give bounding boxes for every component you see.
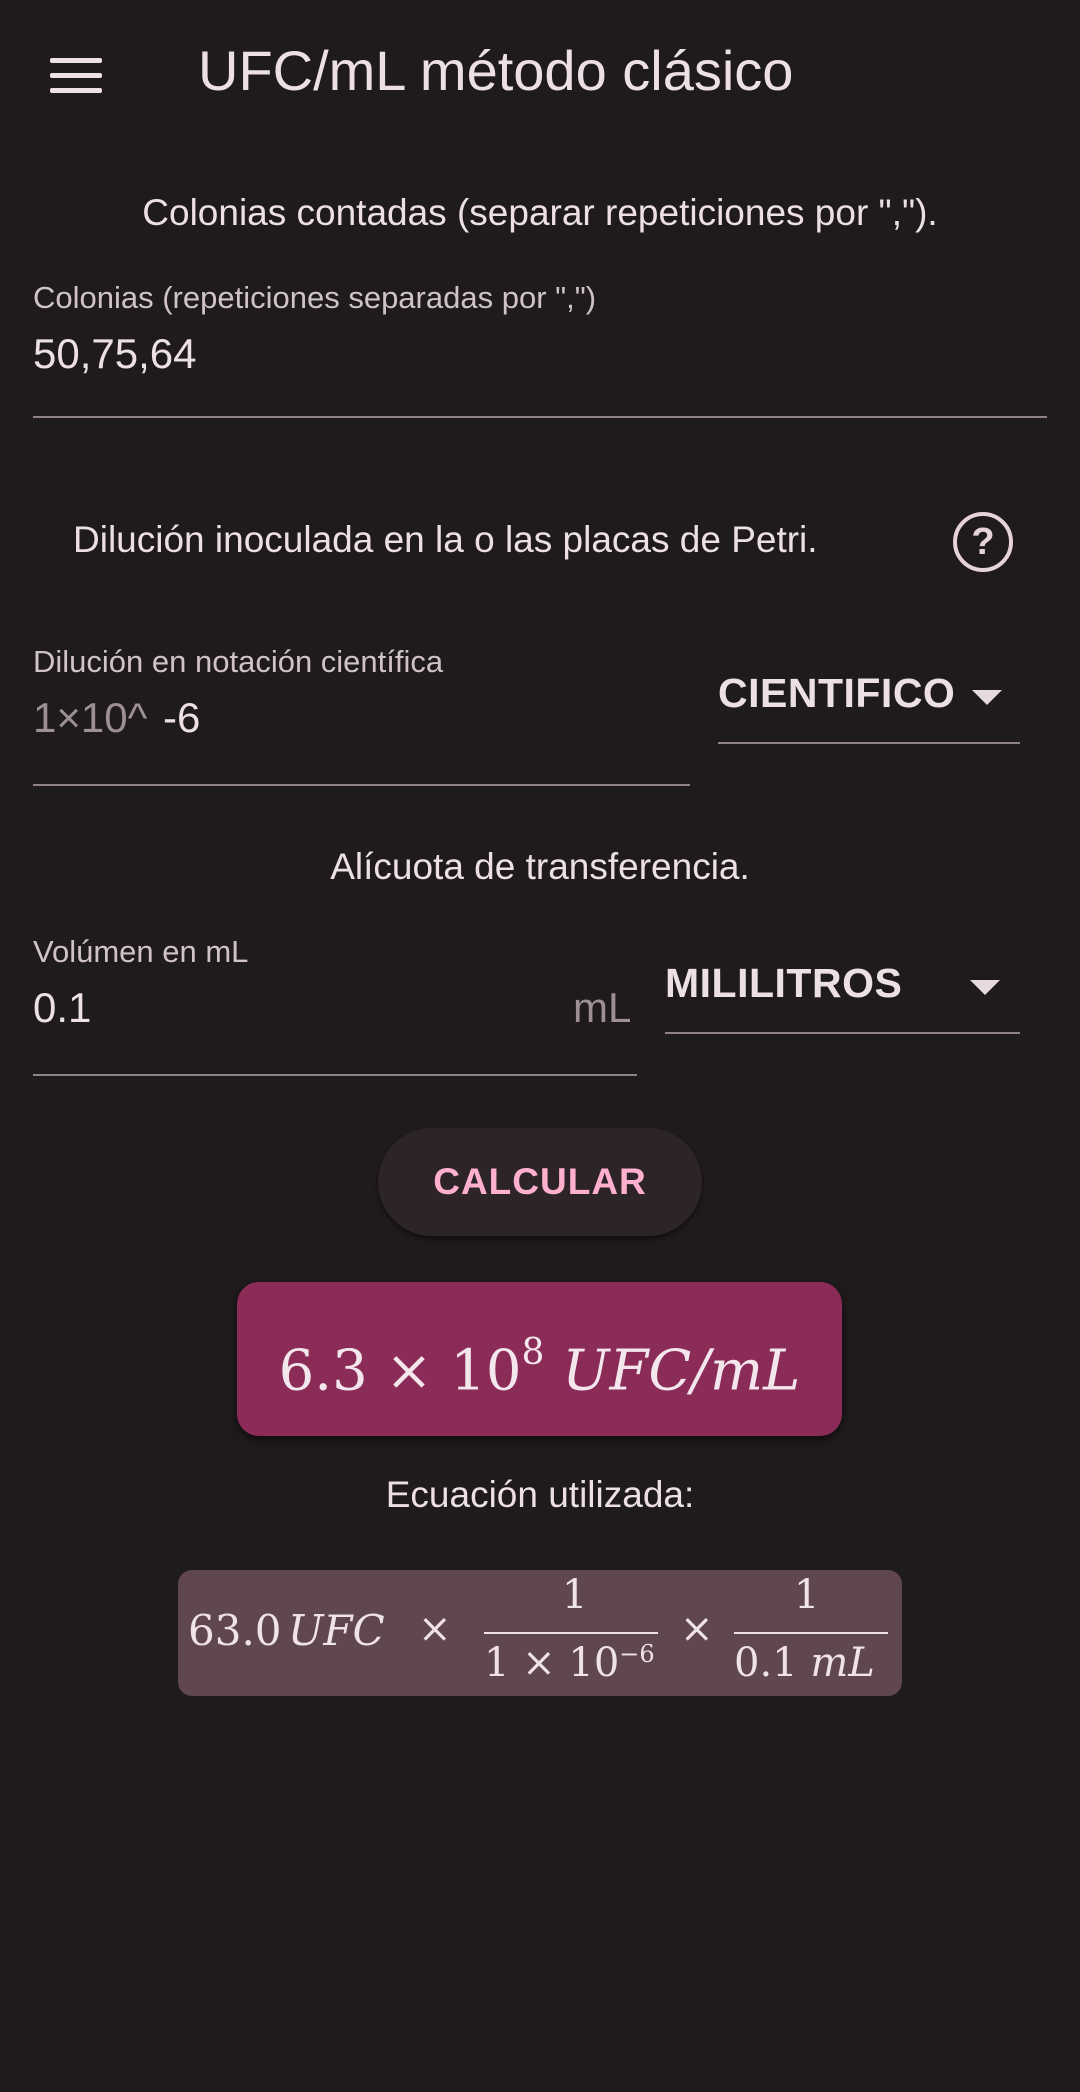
dilution-unit-selected: CIENTIFICO	[718, 670, 956, 716]
result-mantissa: 6.3	[278, 1338, 368, 1404]
volume-field-value[interactable]: 0.1	[33, 984, 91, 1032]
equation-times-1: ×	[418, 1606, 452, 1652]
result-exponent: 8	[521, 1332, 545, 1373]
dilution-input[interactable]: Dilución en notación científica 1×10^ -6	[33, 640, 690, 788]
fraction2-numerator: 1	[794, 1572, 820, 1618]
dropdown-arrow-icon	[970, 980, 1000, 995]
colonies-field-label: Colonias (repeticiones separadas por ","…	[33, 280, 597, 315]
volume-dropdown-underline	[665, 1032, 1020, 1034]
colonies-input[interactable]: Colonias (repeticiones separadas por ","…	[33, 276, 1047, 420]
equation-count-unit: UFC	[288, 1606, 385, 1655]
hamburger-menu-icon[interactable]	[50, 56, 104, 96]
volume-unit-dropdown[interactable]: MILILITROS	[665, 960, 1020, 1034]
dilution-prefix: 1×10^	[33, 694, 148, 741]
volume-unit-suffix: mL	[573, 984, 632, 1031]
dilution-field-underline	[33, 784, 690, 786]
volume-unit-selected: MILILITROS	[665, 960, 903, 1006]
menu-icon-bar	[50, 73, 102, 78]
dropdown-arrow-icon	[972, 690, 1002, 705]
page-title: UFC/mL método clásico	[198, 39, 794, 102]
fraction1-denominator: 1 × 10−6	[484, 1640, 655, 1686]
equation-count: 63.0	[188, 1606, 282, 1655]
volume-field-underline	[33, 1074, 637, 1076]
result-times: ×	[385, 1338, 433, 1404]
result-unit: UFC/mL	[562, 1338, 801, 1404]
help-question-icon[interactable]: ?	[953, 512, 1013, 572]
equation-times-2: ×	[680, 1606, 714, 1652]
fraction1-bar	[484, 1632, 658, 1634]
fraction2-denominator: 0.1 mL	[734, 1640, 875, 1686]
menu-icon-bar	[50, 58, 102, 63]
volume-field-label: Volúmen en mL	[33, 934, 249, 969]
result-box: 6.3 × 108 UFC/mL	[237, 1282, 842, 1436]
dilution-dropdown-underline	[718, 742, 1020, 744]
fraction2-denominator-value: 0.1	[734, 1640, 798, 1686]
aliquot-section-label: Alícuota de transferencia.	[330, 846, 750, 887]
calculate-button[interactable]: CALCULAR	[378, 1128, 702, 1236]
fraction1-denominator-exponent: −6	[619, 1640, 655, 1668]
dilution-field-value[interactable]: -6	[163, 694, 200, 742]
result-base: 10	[450, 1338, 522, 1404]
dilution-field-label: Dilución en notación científica	[33, 644, 444, 679]
dilution-section-label: Dilución inoculada en la o las placas de…	[73, 519, 818, 560]
fraction2-denominator-unit: mL	[810, 1640, 875, 1686]
volume-input[interactable]: Volúmen en mL 0.1 mL	[33, 930, 637, 1078]
colonies-field-underline	[33, 416, 1047, 418]
fraction1-denominator-base: 1 × 10	[484, 1640, 620, 1686]
colonies-section-label: Colonias contadas (separar repeticiones …	[142, 192, 938, 233]
fraction2-bar	[734, 1632, 888, 1634]
colonies-field-value[interactable]: 50,75,64	[33, 330, 197, 378]
equation-box: 63.0 UFC × 1 1 × 10−6 × 1 0.1 mL	[178, 1570, 902, 1696]
result-value: 6.3 × 108 UFC/mL	[237, 1282, 842, 1436]
menu-icon-bar	[50, 88, 102, 93]
equation-label: Ecuación utilizada:	[385, 1474, 695, 1515]
app-bar: UFC/mL método clásico	[0, 0, 1080, 150]
dilution-unit-dropdown[interactable]: CIENTIFICO	[718, 670, 1020, 744]
fraction1-numerator: 1	[562, 1572, 588, 1618]
